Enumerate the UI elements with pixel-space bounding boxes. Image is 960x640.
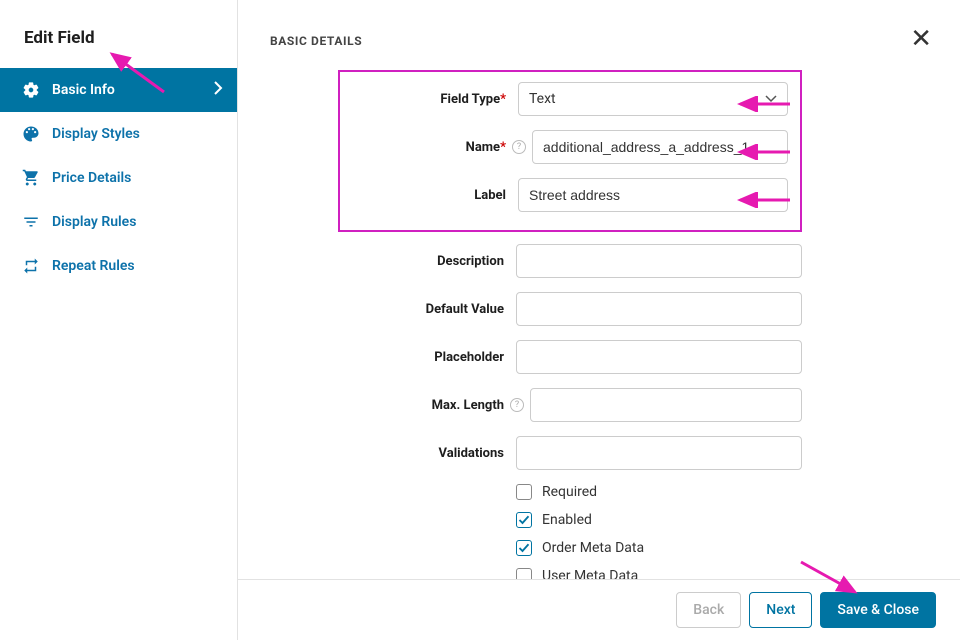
- label-input[interactable]: [518, 178, 788, 212]
- next-button[interactable]: Next: [749, 592, 812, 628]
- help-icon[interactable]: ?: [512, 140, 526, 154]
- label-validations: Validations: [338, 446, 516, 461]
- sidebar: Edit Field Basic Info Display Styles Pri…: [0, 0, 238, 640]
- label-default-value: Default Value: [338, 302, 516, 317]
- required-label: Required: [542, 484, 597, 500]
- section-title: BASIC DETAILS: [270, 34, 362, 48]
- help-icon[interactable]: ?: [510, 398, 524, 412]
- repeat-icon: [22, 257, 40, 275]
- sidebar-title: Edit Field: [0, 0, 237, 68]
- label-max-length: Max. Length: [338, 398, 516, 413]
- max-length-input[interactable]: [530, 388, 802, 422]
- nav-item-label: Basic Info: [52, 82, 115, 98]
- nav-item-label: Display Styles: [52, 126, 140, 142]
- nav-item-display-styles[interactable]: Display Styles: [0, 112, 237, 156]
- chevron-right-icon: [213, 81, 223, 99]
- required-checkbox[interactable]: [516, 484, 532, 500]
- label-description: Description: [338, 254, 516, 269]
- chevron-down-icon: [765, 91, 777, 107]
- edit-field-modal: Edit Field Basic Info Display Styles Pri…: [0, 0, 960, 640]
- order-meta-checkbox[interactable]: [516, 540, 532, 556]
- cart-icon: [22, 169, 40, 187]
- label-name: Name*: [340, 140, 518, 155]
- nav-item-basic-info[interactable]: Basic Info: [0, 68, 237, 112]
- description-input[interactable]: [516, 244, 802, 278]
- default-value-input[interactable]: [516, 292, 802, 326]
- nav-item-price-details[interactable]: Price Details: [0, 156, 237, 200]
- enabled-checkbox[interactable]: [516, 512, 532, 528]
- palette-icon: [22, 125, 40, 143]
- user-meta-checkbox[interactable]: [516, 568, 532, 579]
- back-button: Back: [676, 592, 741, 628]
- label-placeholder: Placeholder: [338, 350, 516, 365]
- placeholder-input[interactable]: [516, 340, 802, 374]
- nav-item-display-rules[interactable]: Display Rules: [0, 200, 237, 244]
- nav-item-label: Display Rules: [52, 214, 136, 230]
- label-field-type: Field Type*: [340, 92, 518, 107]
- nav-item-label: Repeat Rules: [52, 258, 135, 274]
- order-meta-label: Order Meta Data: [542, 540, 644, 556]
- nav-item-repeat-rules[interactable]: Repeat Rules: [0, 244, 237, 288]
- filter-icon: [22, 213, 40, 231]
- user-meta-label: User Meta Data: [542, 568, 638, 579]
- name-input[interactable]: [532, 130, 788, 164]
- gear-icon: [22, 81, 40, 99]
- field-type-value: Text: [529, 91, 556, 107]
- footer: Back Next Save & Close: [238, 579, 960, 640]
- validations-select[interactable]: [516, 436, 802, 470]
- highlight-annotation: Field Type* Text Name* ? Label: [338, 70, 802, 232]
- nav-item-label: Price Details: [52, 170, 131, 186]
- content-pane: BASIC DETAILS ✕ Field Type* Text Name* ?: [238, 0, 960, 640]
- label-label: Label: [340, 188, 518, 203]
- close-icon[interactable]: ✕: [910, 26, 932, 52]
- field-type-select[interactable]: Text: [518, 82, 788, 116]
- enabled-label: Enabled: [542, 512, 592, 528]
- save-close-button[interactable]: Save & Close: [820, 592, 936, 628]
